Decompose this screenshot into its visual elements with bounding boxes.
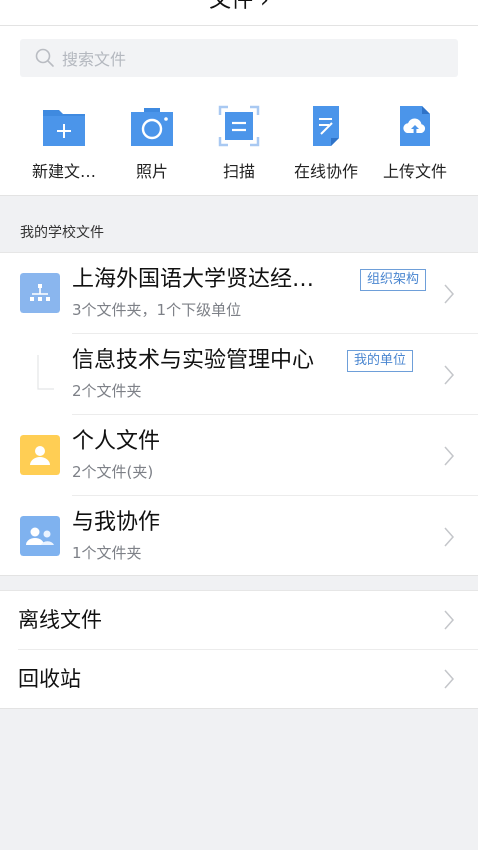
item-subtitle: 1个文件夹 xyxy=(72,544,142,562)
org-structure-badge: 组织架构 xyxy=(360,269,427,291)
scan-label: 扫描 xyxy=(222,162,255,181)
online-collab-label: 在线协作 xyxy=(293,162,358,181)
upload-cloud-icon xyxy=(400,106,430,146)
new-folder-label: 新建文… xyxy=(31,162,96,181)
top-panel: 搜索文件 新建文… 照片 扫描 在线协作 上传文件 xyxy=(0,26,478,196)
item-title: 回收站 xyxy=(18,667,81,691)
list-item-my-unit[interactable]: 信息技术与实验管理中心 我的单位 2个文件夹 xyxy=(0,334,478,415)
list-item-collab[interactable]: 与我协作 1个文件夹 xyxy=(0,496,478,577)
chevron-right-icon xyxy=(444,284,455,304)
photo-button[interactable]: 照片 xyxy=(106,100,198,186)
chevron-right-icon xyxy=(444,669,455,689)
list-item-org[interactable]: 上海外国语大学贤达经… 组织架构 3个文件夹，1个下级单位 xyxy=(0,253,478,334)
other-files-list: 离线文件 回收站 xyxy=(0,590,478,709)
school-files-list: 上海外国语大学贤达经… 组织架构 3个文件夹，1个下级单位 信息技术与实验管理中… xyxy=(0,252,478,576)
chevron-right-icon xyxy=(444,527,455,547)
new-folder-button[interactable]: 新建文… xyxy=(18,100,110,186)
page-title[interactable]: 文件 › xyxy=(0,0,478,16)
search-icon xyxy=(35,48,54,67)
scan-button[interactable]: 扫描 xyxy=(193,100,285,186)
search-input[interactable]: 搜索文件 xyxy=(20,39,458,77)
offline-files-item[interactable]: 离线文件 xyxy=(0,591,478,650)
files-page: 文件 › 搜索文件 新建文… 照片 扫描 在线协作 上传文件 我的学校文件 上海… xyxy=(0,0,478,850)
upload-button[interactable]: 上传文件 xyxy=(369,100,461,186)
online-collab-button[interactable]: 在线协作 xyxy=(280,100,372,186)
item-subtitle: 3个文件夹，1个下级单位 xyxy=(72,301,242,319)
list-item-personal[interactable]: 个人文件 2个文件(夹) xyxy=(0,415,478,496)
nav-header: 文件 › xyxy=(0,0,478,26)
chevron-right-icon xyxy=(444,446,455,466)
quick-actions: 新建文… 照片 扫描 在线协作 上传文件 xyxy=(0,100,478,186)
recycle-bin-item[interactable]: 回收站 xyxy=(0,650,478,709)
search-placeholder: 搜索文件 xyxy=(62,50,127,69)
chevron-right-icon xyxy=(444,610,455,630)
school-files-heading: 我的学校文件 xyxy=(20,225,104,241)
my-unit-badge: 我的单位 xyxy=(347,350,414,372)
online-doc-icon xyxy=(313,106,339,146)
item-title: 离线文件 xyxy=(18,608,102,632)
unit-icon xyxy=(37,355,54,390)
upload-label: 上传文件 xyxy=(382,162,447,181)
org-tree-icon xyxy=(20,273,60,313)
photo-label: 照片 xyxy=(135,162,168,181)
group-icon xyxy=(20,516,60,556)
item-subtitle: 2个文件(夹) xyxy=(72,463,154,481)
new-folder-icon xyxy=(43,110,85,146)
person-icon xyxy=(20,435,60,475)
chevron-right-icon xyxy=(444,365,455,385)
scan-icon xyxy=(218,105,260,147)
item-title: 上海外国语大学贤达经… xyxy=(72,267,315,292)
item-title: 个人文件 xyxy=(72,429,161,454)
item-title: 信息技术与实验管理中心 xyxy=(72,348,315,373)
camera-icon xyxy=(131,108,173,146)
item-title: 与我协作 xyxy=(72,510,161,535)
item-subtitle: 2个文件夹 xyxy=(72,382,142,400)
